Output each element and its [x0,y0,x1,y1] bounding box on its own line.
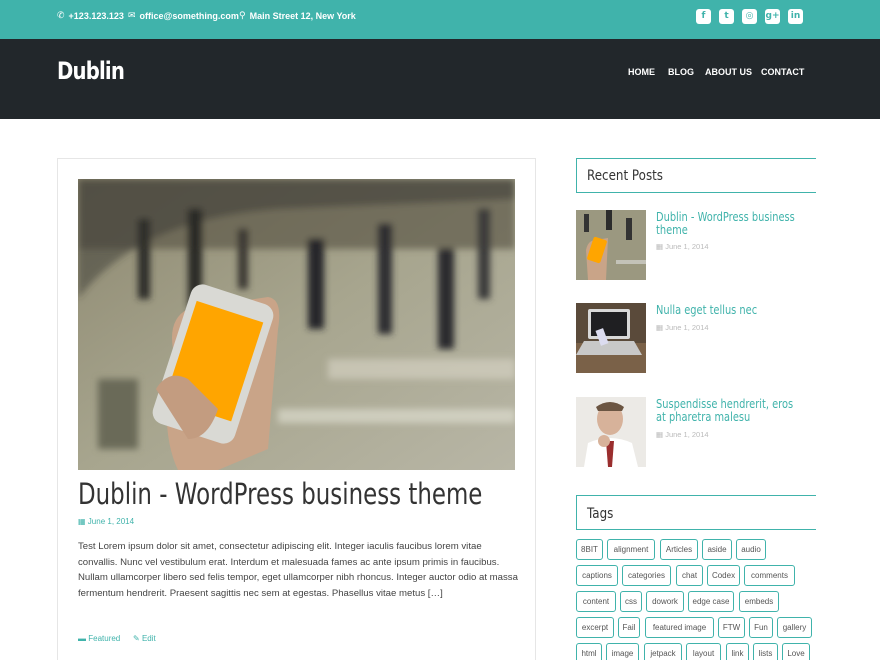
tag-alignment[interactable]: alignment [607,539,655,560]
tag-excerpt[interactable]: excerpt [576,617,614,638]
tag-css[interactable]: css [620,591,642,612]
tag-embeds[interactable]: embeds [739,591,779,612]
nav-blog[interactable]: BLOG [668,67,694,77]
post-excerpt: Test Lorem ipsum dolor sit amet, consect… [78,541,518,599]
site-header [0,39,880,119]
tag-layout[interactable]: layout [686,643,721,660]
recent-post-date-1: ▦ June 1, 2014 [656,242,709,251]
tag-audio[interactable]: audio [736,539,766,560]
calendar-icon: ▦ [656,323,664,332]
tag-8bit[interactable]: 8BIT [576,539,603,560]
recent-post-title-1[interactable]: Dublin - WordPress business theme [656,211,795,237]
post-title[interactable]: Dublin - WordPress business theme [78,477,482,511]
recent-post-thumbnail-3[interactable] [576,397,646,467]
recent-post-thumbnail-1[interactable] [576,210,646,280]
address-contact: ⚲ Main Street 12, New York [239,10,356,21]
tag-ftw[interactable]: FTW [718,617,745,638]
recent-post-title-2[interactable]: Nulla eget tellus nec [656,304,779,317]
tags-title: Tags [587,506,614,522]
tag-love[interactable]: Love [782,643,810,660]
facebook-icon[interactable]: f [696,9,711,24]
category-link[interactable]: Featured [88,634,120,643]
tag-fun[interactable]: Fun [749,617,773,638]
map-marker-icon: ⚲ [239,10,246,20]
recent-post-date-2: ▦ June 1, 2014 [656,323,709,332]
linkedin-icon[interactable]: in [788,9,803,24]
phone-icon: ✆ [57,10,65,20]
recent-post-thumbnail-2[interactable] [576,303,646,373]
post-date-text: June 1, 2014 [87,517,135,526]
instagram-icon[interactable]: ◎ [742,9,757,24]
tag-captions[interactable]: captions [576,565,618,586]
nav-home[interactable]: HOME [628,67,655,77]
edit-link[interactable]: Edit [142,634,156,643]
tag-articles[interactable]: Articles [660,539,698,560]
recent-posts-title: Recent Posts [587,168,664,184]
post-edit[interactable]: ✎ Edit [133,634,156,643]
google-plus-icon[interactable]: g+ [765,9,780,24]
pencil-icon: ✎ [133,634,140,643]
email-contact[interactable]: ✉ office@something.com [128,10,239,21]
tag-gallery[interactable]: gallery [777,617,812,638]
phone-contact: ✆ +123.123.123 [57,10,124,21]
email-text[interactable]: office@something.com [140,11,239,21]
tag-fail[interactable]: Fail [618,617,640,638]
tag-dowork[interactable]: dowork [646,591,684,612]
recent-post-date-3: ▦ June 1, 2014 [656,430,709,439]
tag-jetpack[interactable]: jetpack [644,643,682,660]
post-category[interactable]: ▬ Featured [78,634,120,643]
post-date: ▦ June 1, 2014 [78,517,134,526]
tag-comments[interactable]: comments [744,565,795,586]
tag-content[interactable]: content [576,591,616,612]
folder-icon: ▬ [78,634,86,643]
tag-aside[interactable]: aside [702,539,732,560]
tag-link[interactable]: link [726,643,749,660]
twitter-icon[interactable]: t [719,9,734,24]
tag-image[interactable]: image [606,643,639,660]
tag-html[interactable]: html [576,643,602,660]
tag-codex[interactable]: Codex [707,565,740,586]
recent-post-title-3[interactable]: Suspendisse hendrerit, eros at pharetra … [656,398,793,424]
calendar-icon: ▦ [656,430,664,439]
featured-image[interactable] [78,179,515,470]
tag-lists[interactable]: lists [753,643,778,660]
calendar-icon: ▦ [78,517,86,526]
phone-text: +123.123.123 [68,10,124,21]
tag-categories[interactable]: categories [622,565,671,586]
tag-featured-image[interactable]: featured image [645,617,714,638]
tag-edge-case[interactable]: edge case [688,591,734,612]
tag-chat[interactable]: chat [676,565,703,586]
nav-about-us[interactable]: ABOUT US [705,67,752,77]
address-text: Main Street 12, New York [249,10,356,21]
calendar-icon: ▦ [656,242,664,251]
envelope-icon: ✉ [128,10,136,20]
nav-contact[interactable]: CONTACT [761,67,804,77]
site-logo[interactable]: Dublin [57,57,125,85]
